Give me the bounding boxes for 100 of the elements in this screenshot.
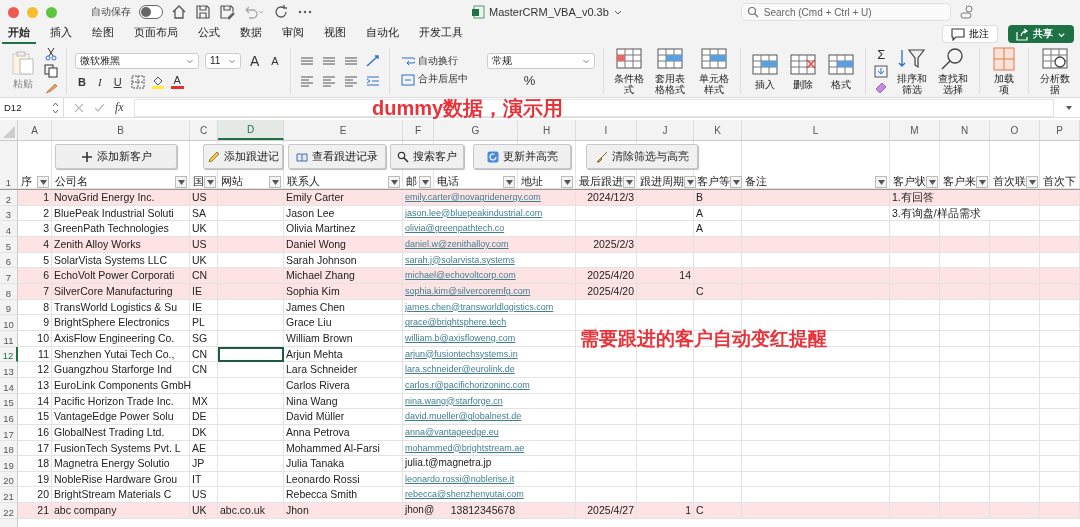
row-header[interactable]: 13 <box>0 362 18 378</box>
name-box[interactable]: D12 <box>0 97 64 118</box>
macro-button[interactable]: 添加跟进记 <box>203 144 283 169</box>
ribbon-tab[interactable]: 自动化 <box>360 24 405 44</box>
percent-button[interactable]: % <box>520 73 539 88</box>
scissors-icon[interactable] <box>44 46 58 61</box>
addins-button[interactable]: 加载项 <box>988 46 1021 95</box>
column-header[interactable]: H <box>518 120 576 140</box>
search-field[interactable]: Search (Cmd + Ctrl + U) <box>740 3 951 21</box>
underline-button[interactable]: U <box>110 75 125 88</box>
filter-dropdown[interactable] <box>684 176 696 188</box>
column-header[interactable]: J <box>637 120 694 140</box>
check-icon[interactable] <box>94 102 105 113</box>
format-button[interactable]: 格式 <box>825 51 858 90</box>
filter-dropdown[interactable] <box>730 176 742 188</box>
ribbon-tab[interactable]: 开发工具 <box>413 24 469 44</box>
formula-input[interactable] <box>133 98 1054 117</box>
column-header[interactable]: I <box>576 120 637 140</box>
column-header[interactable]: E <box>284 120 403 140</box>
find-button[interactable]: 查找和选择 <box>935 46 972 95</box>
table-button[interactable]: 套用表格格式 <box>651 46 690 95</box>
column-header[interactable]: P <box>1040 120 1080 140</box>
eraser-icon[interactable] <box>874 81 889 94</box>
bold-button[interactable]: B <box>75 75 89 88</box>
row-header[interactable]: 10 <box>0 315 18 331</box>
insert-function-button[interactable]: fx <box>115 100 124 115</box>
ribbon-tab[interactable]: 页面布局 <box>128 24 184 44</box>
filter-dropdown[interactable] <box>623 176 635 188</box>
filter-dropdown[interactable] <box>175 176 187 188</box>
font-size-dropdown[interactable]: 11 <box>205 52 241 69</box>
filter-dropdown[interactable] <box>503 176 515 188</box>
row-header[interactable]: 16 <box>0 409 18 425</box>
ribbon-tab[interactable]: 数据 <box>234 24 268 44</box>
insert-button[interactable]: 插入 <box>749 51 782 90</box>
analyze-button[interactable]: 分析数据 <box>1037 46 1072 95</box>
font-color-button[interactable]: A <box>170 74 184 89</box>
text-orientation-icon[interactable] <box>364 53 381 68</box>
macro-button[interactable]: 更新并高亮 <box>473 144 571 169</box>
column-header[interactable]: G <box>434 120 518 140</box>
cellstyle-button[interactable]: 单元格样式 <box>695 46 733 95</box>
filter-dropdown[interactable] <box>269 176 281 188</box>
merge-center-button[interactable]: 合并后居中 <box>397 72 471 87</box>
fill-color-icon[interactable] <box>150 74 165 89</box>
ribbon-tab[interactable]: 审阅 <box>276 24 310 44</box>
macro-button[interactable]: 搜索客户 <box>390 144 464 169</box>
save-as-icon[interactable] <box>219 4 235 20</box>
row-header[interactable]: 2 <box>0 190 18 206</box>
search-icon <box>397 150 409 163</box>
column-header[interactable]: K <box>694 120 742 140</box>
filter-dropdown[interactable] <box>204 176 216 188</box>
column-header[interactable]: D <box>218 120 284 140</box>
column-header[interactable]: L <box>742 120 890 140</box>
people-icon[interactable] <box>958 4 975 20</box>
selected-cell[interactable] <box>218 346 284 363</box>
increase-font-size-button[interactable]: A <box>247 52 263 69</box>
filter-dropdown[interactable] <box>1026 176 1038 188</box>
save-icon[interactable] <box>195 4 211 20</box>
macro-button[interactable]: 添加新客户 <box>55 144 177 169</box>
row-header[interactable]: 1 <box>0 141 18 189</box>
ribbon-tab[interactable]: 绘图 <box>86 24 120 44</box>
font-name-dropdown[interactable]: 微软雅黑 <box>75 52 199 69</box>
autosum-button[interactable]: Σ <box>874 47 889 62</box>
fill-down-icon[interactable] <box>874 65 889 78</box>
refresh-icon[interactable] <box>273 4 289 20</box>
column-header[interactable]: F <box>403 120 434 140</box>
number-format-dropdown[interactable]: 常规 <box>486 53 595 69</box>
filter-dropdown[interactable] <box>926 176 938 188</box>
ribbon-tab[interactable]: 视图 <box>318 24 352 44</box>
column-header[interactable]: A <box>18 120 52 140</box>
filter-dropdown[interactable] <box>37 176 49 188</box>
ribbon-tab[interactable]: 公式 <box>192 24 226 44</box>
home-icon[interactable] <box>171 4 187 20</box>
filter-dropdown[interactable] <box>388 176 400 188</box>
sort-button[interactable]: 排序和筛选 <box>894 46 930 95</box>
comments-button[interactable]: 批注 <box>942 25 998 43</box>
macro-button[interactable]: 查看跟进记录 <box>288 144 386 169</box>
filter-dropdown[interactable] <box>875 176 887 188</box>
filter-dropdown[interactable] <box>976 176 988 188</box>
row-header[interactable]: 22 <box>0 503 18 519</box>
column-header[interactable]: O <box>990 120 1040 140</box>
decrease-font-size-button[interactable]: A <box>268 54 282 67</box>
conditional-button[interactable]: 条件格式 <box>611 46 646 95</box>
macro-button[interactable]: 清除筛选与高亮 <box>586 144 698 169</box>
column-header[interactable]: N <box>940 120 990 140</box>
autosave-toggle[interactable] <box>139 5 163 19</box>
copy-icon[interactable] <box>44 63 58 78</box>
window-close-button[interactable] <box>8 6 19 18</box>
filter-dropdown[interactable] <box>561 176 573 188</box>
column-header[interactable]: M <box>890 120 940 140</box>
row-header[interactable]: 4 <box>0 221 18 237</box>
column-header[interactable]: B <box>52 120 190 140</box>
wrap-text-button[interactable]: 自动换行 <box>397 54 461 69</box>
italic-button[interactable]: I <box>94 75 105 88</box>
row-header[interactable]: 7 <box>0 268 18 284</box>
ribbon-tab[interactable]: 插入 <box>44 24 78 44</box>
row-header[interactable]: 21 <box>0 487 18 504</box>
share-button[interactable]: 共享 <box>1008 25 1074 43</box>
filter-dropdown[interactable] <box>419 176 431 188</box>
row-header[interactable]: 19 <box>0 456 18 472</box>
delete-button[interactable]: 删除 <box>787 51 820 90</box>
